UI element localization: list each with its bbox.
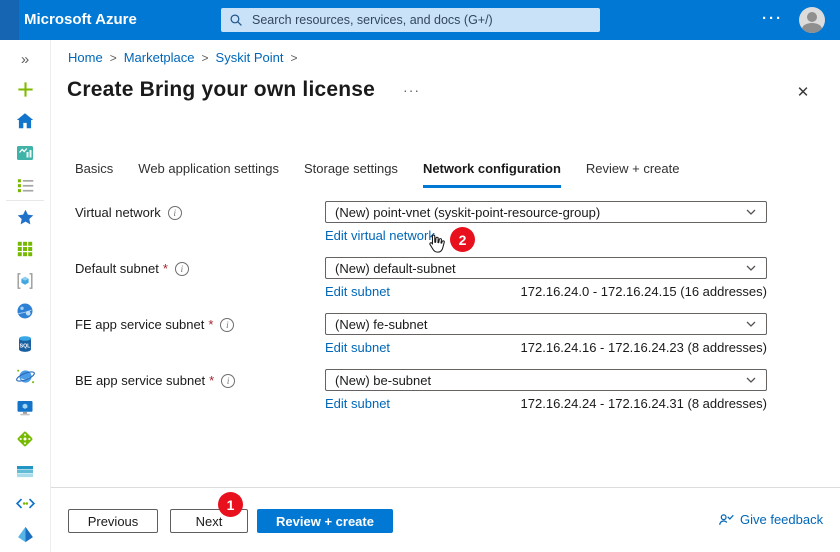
sidebar-item-app-services[interactable] <box>0 298 50 324</box>
field-label: Default subnet <box>75 261 159 276</box>
cosmos-db-icon <box>15 369 35 383</box>
breadcrumb: Home > Marketplace > Syskit Point > <box>68 50 298 65</box>
fe-subnet-dropdown[interactable]: (New) fe-subnet <box>325 313 767 335</box>
breadcrumb-marketplace[interactable]: Marketplace <box>124 50 195 65</box>
search-icon <box>230 14 242 26</box>
dropdown-value: (New) point-vnet (syskit-point-resource-… <box>335 204 601 220</box>
virtual-machine-icon <box>17 401 33 416</box>
virtual-network-icon <box>15 497 35 509</box>
be-subnet-dropdown[interactable]: (New) be-subnet <box>325 369 767 391</box>
chevron-down-icon <box>746 265 756 271</box>
azure-top-bar: Microsoft Azure ··· <box>0 0 840 40</box>
chevron-down-icon <box>746 377 756 383</box>
info-icon[interactable]: i <box>167 205 182 220</box>
feedback-icon <box>719 514 734 525</box>
address-range: 172.16.24.16 - 172.16.24.23 (8 addresses… <box>520 340 767 355</box>
address-range: 172.16.24.24 - 172.16.24.31 (8 addresses… <box>520 396 767 411</box>
sql-database-icon: SQL <box>19 336 31 352</box>
sidebar-item-load-balancers[interactable] <box>0 426 50 452</box>
sidebar-item-all-services[interactable] <box>0 172 50 198</box>
sidebar-item-sql-databases[interactable]: SQL <box>0 331 50 357</box>
sidebar-item-azure-cosmos-db[interactable] <box>0 363 50 389</box>
edit-subnet-link[interactable]: Edit subnet <box>325 340 390 355</box>
account-avatar[interactable] <box>799 7 825 33</box>
page-title: Create Bring your own license <box>67 78 376 101</box>
load-balancer-icon <box>17 431 33 447</box>
search-input[interactable] <box>250 12 592 28</box>
globe-icon <box>17 303 33 319</box>
list-icon <box>17 178 33 192</box>
resource-group-cube-icon <box>17 273 33 289</box>
sidebar-item-all-resources[interactable] <box>0 236 50 262</box>
dropdown-value: (New) default-subnet <box>335 260 456 276</box>
edit-virtual-network-link[interactable]: Edit virtual network <box>325 228 435 243</box>
sidebar-item-virtual-networks[interactable] <box>0 490 50 516</box>
star-icon <box>17 209 33 224</box>
close-icon: ✕ <box>796 84 810 101</box>
mouse-cursor-icon <box>425 231 448 261</box>
edit-subnet-link[interactable]: Edit subnet <box>325 284 390 299</box>
chevron-double-right-icon: » <box>20 50 30 68</box>
chevron-down-icon <box>746 209 756 215</box>
footer-divider <box>50 487 840 488</box>
sidebar-item-azure-active-directory[interactable] <box>0 521 50 547</box>
create-license-panel: Home > Marketplace > Syskit Point > Create Br… <box>50 40 840 552</box>
azure-brand-title: Microsoft Azure <box>24 11 137 28</box>
tab-web-application-settings[interactable]: Web application settings <box>138 161 279 188</box>
plus-icon <box>17 81 33 97</box>
edit-subnet-link[interactable]: Edit subnet <box>325 396 390 411</box>
previous-button[interactable]: Previous <box>68 509 158 533</box>
home-icon <box>16 113 34 129</box>
sidebar-divider <box>6 200 44 201</box>
tab-basics[interactable]: Basics <box>75 161 113 188</box>
svg-text:SQL: SQL <box>20 343 31 349</box>
address-range: 172.16.24.0 - 172.16.24.15 (16 addresses… <box>520 284 767 299</box>
sidebar-item-expand[interactable]: » <box>0 46 50 72</box>
avatar-person-icon <box>807 12 817 22</box>
wizard-tabs: Basics Web application settings Storage … <box>75 161 679 188</box>
dropdown-value: (New) be-subnet <box>335 372 432 388</box>
field-label: BE app service subnet <box>75 373 206 388</box>
sidebar-item-home[interactable] <box>0 108 50 134</box>
info-icon[interactable]: i <box>221 373 236 388</box>
tab-network-configuration[interactable]: Network configuration <box>422 161 561 188</box>
sidebar-item-virtual-machines[interactable] <box>0 395 50 421</box>
info-icon[interactable]: i <box>220 317 235 332</box>
field-label: Virtual network <box>75 205 161 220</box>
title-more-button[interactable]: ··· <box>403 82 420 98</box>
sidebar-item-resource-groups[interactable] <box>0 268 50 294</box>
default-subnet-dropdown[interactable]: (New) default-subnet <box>325 257 767 279</box>
chevron-down-icon <box>746 321 756 327</box>
storage-account-icon <box>17 466 33 478</box>
left-nav-rail: » SQL <box>0 40 51 552</box>
sidebar-item-create-a-resource[interactable] <box>0 76 50 102</box>
dropdown-value: (New) fe-subnet <box>335 316 428 332</box>
step-badge-2: 2 <box>450 227 475 252</box>
breadcrumb-syskit-point[interactable]: Syskit Point <box>216 50 284 65</box>
grid-icon <box>17 241 33 257</box>
info-icon[interactable]: i <box>174 261 189 276</box>
step-badge-1: 1 <box>218 492 243 517</box>
dashboard-icon <box>17 146 33 160</box>
review-create-button[interactable]: Review + create <box>257 509 393 533</box>
field-label: FE app service subnet <box>75 317 205 332</box>
virtual-network-dropdown[interactable]: (New) point-vnet (syskit-point-resource-… <box>325 201 767 223</box>
tab-storage-settings[interactable]: Storage settings <box>304 161 398 188</box>
global-search-box[interactable] <box>221 8 600 32</box>
breadcrumb-home[interactable]: Home <box>68 50 103 65</box>
topbar-more-button[interactable]: ··· <box>762 0 783 38</box>
azure-ad-icon <box>17 526 33 542</box>
sidebar-item-dashboard[interactable] <box>0 140 50 166</box>
close-button[interactable]: ✕ <box>792 82 814 104</box>
give-feedback-label: Give feedback <box>740 512 824 527</box>
sidebar-item-favorites[interactable] <box>0 204 50 230</box>
tab-review-create[interactable]: Review + create <box>586 161 680 188</box>
sidebar-item-storage-accounts[interactable] <box>0 458 50 484</box>
give-feedback-link[interactable]: Give feedback <box>718 511 823 528</box>
portal-menu-button[interactable] <box>0 0 19 40</box>
